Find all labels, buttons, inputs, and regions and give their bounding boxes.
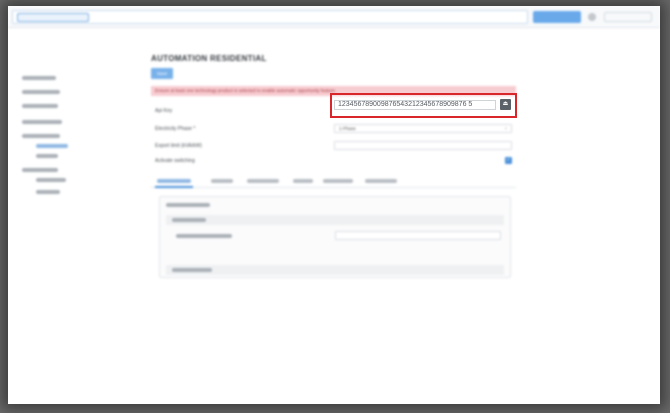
panel-select[interactable]	[335, 231, 501, 240]
panel-field-label	[176, 234, 232, 238]
sidebar-item[interactable]	[36, 154, 58, 158]
tab[interactable]	[323, 179, 353, 183]
tab[interactable]	[293, 179, 313, 183]
activate-switching-checkbox[interactable]: ✓	[505, 157, 512, 164]
panel-section-header[interactable]	[166, 265, 504, 275]
top-bar	[8, 6, 660, 28]
sidebar-item[interactable]	[22, 104, 58, 108]
tab[interactable]	[247, 179, 279, 183]
panel-heading	[166, 203, 210, 207]
save-button[interactable]: Save	[151, 68, 173, 79]
sidebar-item[interactable]	[22, 168, 58, 172]
electricity-phase-label: Electricity Phase *	[155, 126, 196, 132]
settings-panel	[159, 196, 511, 278]
tab[interactable]	[365, 179, 397, 183]
electricity-phase-value: 1-Phase	[339, 126, 356, 131]
top-action-button[interactable]	[533, 11, 581, 23]
global-search-input[interactable]	[12, 10, 528, 24]
sidebar-item[interactable]	[36, 178, 66, 182]
electricity-phase-select[interactable]: 1-Phase ⌄	[334, 124, 512, 133]
page-title: AUTOMATION RESIDENTIAL	[151, 54, 267, 63]
notification-icon[interactable]	[588, 13, 596, 21]
export-limit-label: Export limit (kVA/kW)	[155, 143, 202, 149]
sidebar-item[interactable]	[22, 120, 62, 124]
highlight-box	[330, 93, 517, 118]
sidebar-item-active[interactable]	[36, 144, 68, 148]
sidebar-item[interactable]	[22, 76, 56, 80]
sidebar-item[interactable]	[22, 134, 60, 138]
api-key-label: Api Key	[155, 108, 173, 114]
panel-section-header[interactable]	[166, 215, 504, 225]
search-scope-chip[interactable]	[17, 13, 89, 22]
blurred-background: AUTOMATION RESIDENTIAL Save Ensure at le…	[8, 6, 660, 404]
user-menu[interactable]	[604, 12, 652, 22]
panel-section-title	[172, 268, 212, 272]
chevron-down-icon: ⌄	[503, 125, 508, 131]
app-window: AUTOMATION RESIDENTIAL Save Ensure at le…	[8, 6, 660, 404]
tab[interactable]	[211, 179, 233, 183]
panel-section-title	[172, 218, 206, 222]
tab-active[interactable]	[157, 179, 191, 183]
check-icon: ✓	[506, 157, 511, 163]
sidebar-item[interactable]	[22, 90, 60, 94]
sidebar	[8, 28, 128, 404]
export-limit-input[interactable]	[334, 141, 512, 150]
tab-bar	[151, 176, 516, 188]
sidebar-item[interactable]	[36, 190, 60, 194]
active-tab-indicator	[155, 186, 193, 188]
main-content: AUTOMATION RESIDENTIAL Save Ensure at le…	[151, 28, 521, 404]
activate-switching-label: Activate switching	[155, 158, 195, 164]
